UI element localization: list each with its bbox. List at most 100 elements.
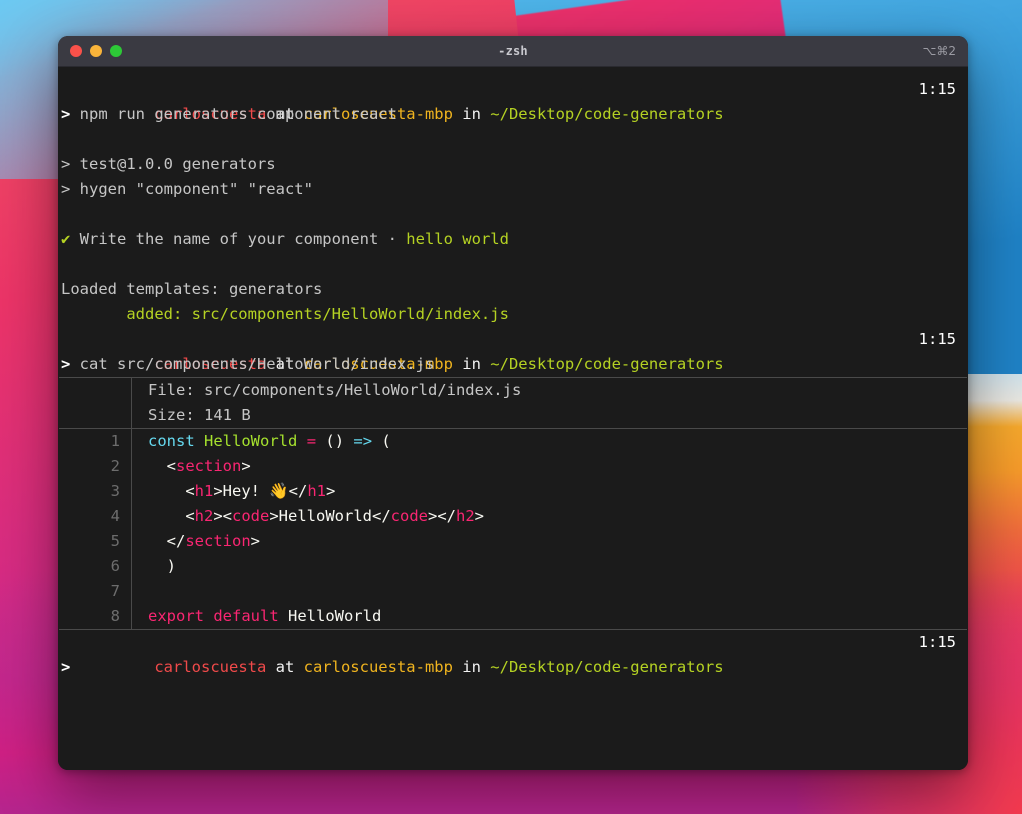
- bat-size-line: Size: 141 B: [132, 403, 968, 428]
- bat-header-row-file: File: src/components/HelloWorld/index.js: [58, 378, 968, 403]
- bat-line-number: 4: [58, 504, 132, 529]
- prompt-working-directory: ~/Desktop/code-generators: [490, 355, 724, 373]
- bat-file-name: src/components/HelloWorld/index.js: [204, 381, 522, 399]
- bat-line-number: 5: [58, 529, 132, 554]
- bat-code-row: 7: [58, 579, 968, 604]
- bat-file-viewer: File: src/components/HelloWorld/index.js…: [58, 377, 968, 630]
- code-token: =>: [353, 432, 373, 450]
- bat-code-text: <section>: [132, 454, 968, 479]
- window-title: -zsh: [498, 44, 528, 58]
- code-token: =: [306, 432, 317, 450]
- shell-prompt-line-1: carloscuesta at carloscuesta-mbp in ~/De…: [58, 77, 968, 123]
- bat-code-row: 2 <section>: [58, 454, 968, 479]
- prompt-hostname: carloscuesta-mbp: [303, 658, 453, 676]
- code-token: HelloWorld: [204, 432, 298, 450]
- prompt-working-directory: ~/Desktop/code-generators: [490, 658, 724, 676]
- bat-code-row: 4 <h2><code>HelloWorld</code></h2>: [58, 504, 968, 529]
- code-token: </: [148, 532, 186, 550]
- code-token: h1: [307, 482, 326, 500]
- code-token: >: [250, 532, 260, 550]
- code-token: >: [325, 482, 336, 500]
- bat-line-number: 8: [58, 604, 132, 629]
- npm-output-line-2: > hygen "component" "react": [61, 180, 313, 198]
- bat-line-number: 1: [58, 429, 132, 454]
- hygen-question-line: ✔ Write the name of your component · hel…: [58, 227, 968, 252]
- prompt-in-word: in: [452, 355, 491, 373]
- shell-prompt-line-2: carloscuesta at carloscuesta-mbp in ~/De…: [58, 327, 968, 373]
- code-token: h1: [194, 482, 214, 500]
- code-token: <: [148, 482, 195, 500]
- code-token: code: [232, 507, 270, 525]
- bat-size-label: Size:: [148, 406, 204, 424]
- code-token: ><: [213, 507, 233, 525]
- prompt-in-word: in: [452, 105, 491, 123]
- check-icon: ✔: [61, 230, 71, 248]
- terminal-window[interactable]: -zsh ⌥⌘2 carloscuesta at carloscuesta-mb…: [58, 36, 968, 770]
- prompt-in-word: in: [452, 658, 491, 676]
- bat-line-number: 2: [58, 454, 132, 479]
- maximize-window-button[interactable]: [110, 45, 122, 57]
- command-text: npm run generators component react: [70, 105, 397, 123]
- desktop-background: -zsh ⌥⌘2 carloscuesta at carloscuesta-mb…: [0, 0, 1022, 814]
- bat-code-row: 6 ): [58, 554, 968, 579]
- bat-line-number: 6: [58, 554, 132, 579]
- bat-code-text: export default HelloWorld: [132, 604, 968, 629]
- prompt-timestamp: 1:15: [918, 80, 956, 98]
- loaded-templates-line: Loaded templates: generators: [61, 280, 323, 298]
- command-text: cat src/components/HelloWorld/index.js: [70, 355, 435, 373]
- code-token: (: [372, 432, 391, 450]
- prompt-at-word: at: [266, 658, 304, 676]
- bat-code-row: 5 </section>: [58, 529, 968, 554]
- hygen-answer-value: hello world: [406, 230, 509, 248]
- bat-code-text: </section>: [132, 529, 968, 554]
- bat-code-text: [132, 579, 968, 604]
- shell-prompt-line-3: carloscuesta at carloscuesta-mbp in ~/De…: [58, 630, 968, 676]
- code-token: <: [148, 457, 176, 475]
- prompt-timestamp: 1:15: [918, 633, 956, 651]
- close-window-button[interactable]: [70, 45, 82, 57]
- code-token: section: [176, 457, 242, 475]
- bat-line-number: 3: [58, 479, 132, 504]
- bat-code-text: <h1>Hey! 👋</h1>: [132, 479, 968, 504]
- prompt-caret-icon: >: [61, 355, 71, 373]
- prompt-username: carloscuesta: [154, 658, 267, 676]
- bat-code-row: 1 const HelloWorld = () => (: [58, 429, 968, 454]
- code-token: ): [148, 557, 176, 575]
- bat-code-text: ): [132, 554, 968, 579]
- window-titlebar[interactable]: -zsh ⌥⌘2: [58, 36, 968, 67]
- code-token: >: [241, 457, 251, 475]
- code-token: ></: [428, 507, 456, 525]
- terminal-screen[interactable]: carloscuesta at carloscuesta-mbp in ~/De…: [58, 67, 968, 770]
- window-shortcut-hint: ⌥⌘2: [922, 44, 956, 58]
- bat-header-row-size: Size: 141 B: [58, 403, 968, 428]
- bat-code-text: <h2><code>HelloWorld</code></h2>: [132, 504, 968, 529]
- code-token: code: [390, 507, 428, 525]
- code-token: >Hey! 👋</: [213, 482, 308, 500]
- bat-gutter-empty: [58, 378, 132, 403]
- prompt-caret-icon: >: [61, 658, 71, 676]
- bat-line-number: 7: [58, 579, 132, 604]
- code-token: h2: [456, 507, 475, 525]
- bat-code-text: const HelloWorld = () => (: [132, 429, 968, 454]
- bat-gutter-empty: [58, 403, 132, 428]
- npm-output-line-1: > test@1.0.0 generators: [61, 155, 276, 173]
- code-token: section: [185, 532, 251, 550]
- prompt-timestamp: 1:15: [918, 330, 956, 348]
- added-file-line: added: src/components/HelloWorld/index.j…: [61, 305, 509, 323]
- bat-code-row: 8 export default HelloWorld: [58, 604, 968, 629]
- bat-code-area: 1 const HelloWorld = () => (2 <section> 3 …: [58, 429, 968, 629]
- prompt-caret-icon: >: [61, 105, 71, 123]
- code-token: export default: [148, 607, 279, 625]
- code-token: <: [148, 507, 195, 525]
- code-token: (): [316, 432, 354, 450]
- hygen-question-text: Write the name of your component ·: [70, 230, 407, 248]
- code-token: HelloWorld: [278, 607, 382, 625]
- bat-code-row: 3 <h1>Hey! 👋</h1>: [58, 479, 968, 504]
- traffic-light-group: [58, 45, 122, 57]
- code-token: >HelloWorld</: [269, 507, 391, 525]
- minimize-window-button[interactable]: [90, 45, 102, 57]
- bat-file-label: File:: [148, 381, 204, 399]
